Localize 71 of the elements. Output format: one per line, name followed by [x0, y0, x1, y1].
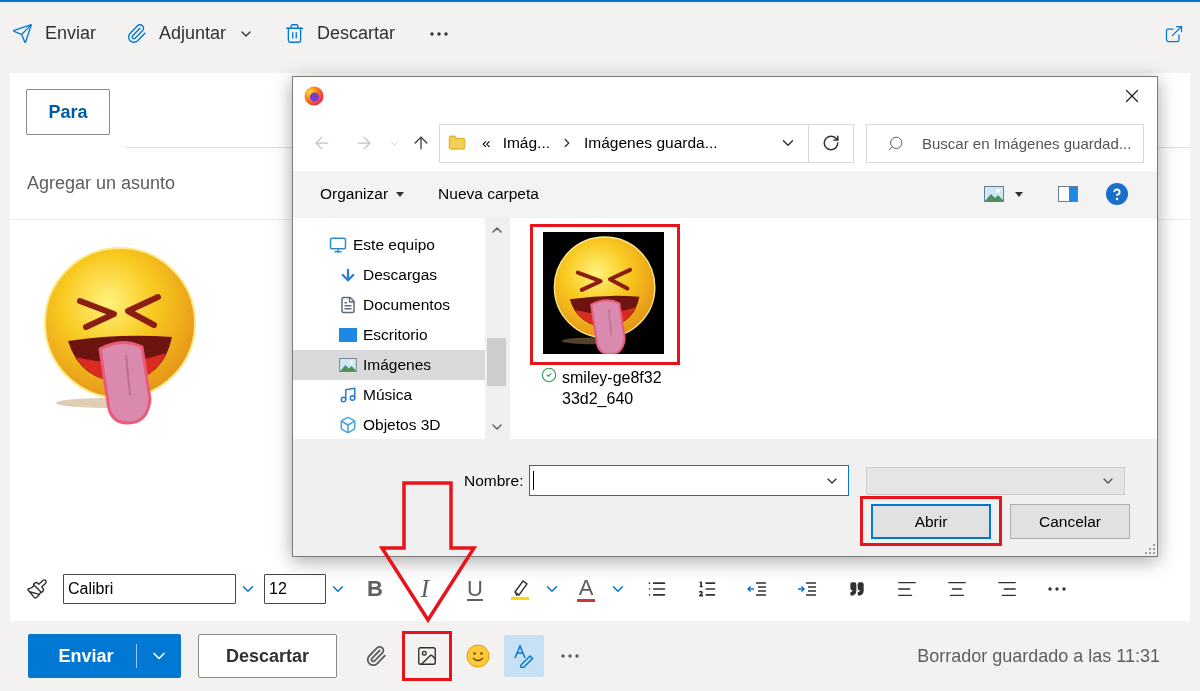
underline-button[interactable]: U — [450, 571, 500, 607]
resize-grip-icon[interactable] — [1145, 544, 1155, 554]
bold-button[interactable]: B — [350, 571, 400, 607]
refresh-icon — [822, 134, 840, 152]
caret-down-icon — [396, 191, 405, 197]
font-name-field[interactable]: Calibri — [63, 574, 236, 604]
discard-button[interactable]: Descartar — [280, 13, 400, 54]
font-color-button[interactable]: A — [566, 571, 606, 607]
nav-tree-item[interactable]: Música — [293, 380, 485, 410]
search-icon — [887, 134, 904, 152]
increase-indent-icon — [797, 581, 817, 597]
path-overflow-button[interactable]: « — [480, 129, 493, 157]
discard-button[interactable]: Descartar — [198, 634, 337, 678]
attach-button[interactable]: Adjuntar — [122, 13, 259, 54]
desktop-icon — [339, 328, 357, 342]
caret-down-icon — [1015, 191, 1023, 197]
check-circle-icon — [541, 367, 557, 383]
picture-view-icon — [984, 186, 1004, 202]
picture-icon — [416, 645, 438, 667]
paperclip-icon — [126, 23, 148, 44]
italic-button[interactable]: I — [400, 571, 450, 607]
nav-tree-item[interactable]: Descargas — [293, 260, 485, 290]
breadcrumb-segment[interactable]: Imágenes guarda... — [582, 129, 720, 157]
editor-button[interactable] — [504, 635, 544, 677]
send-button[interactable]: Enviar — [8, 13, 101, 54]
nav-tree-item[interactable]: Documentos — [293, 290, 485, 320]
nav-tree-item[interactable]: Este equipo — [293, 230, 485, 260]
scrollbar-thumb[interactable] — [487, 338, 506, 386]
more-icon — [1048, 587, 1066, 591]
editor-pen-icon — [513, 644, 535, 668]
cube-icon — [339, 416, 357, 434]
trash-icon — [284, 23, 306, 44]
folder-icon — [448, 134, 466, 152]
address-bar[interactable]: « Imág... Imágenes guarda... — [439, 123, 854, 163]
more-icon — [561, 654, 579, 658]
open-button[interactable]: Abrir — [871, 504, 991, 539]
file-name: smiley-ge8f3233d2_640 — [562, 368, 663, 409]
numbered-list-icon — [697, 579, 717, 599]
send-icon — [12, 23, 33, 44]
file-name-field[interactable] — [529, 465, 849, 496]
paintbrush-icon — [26, 578, 48, 600]
smiley-icon — [466, 644, 490, 668]
computer-icon — [329, 236, 347, 254]
music-note-icon — [339, 386, 357, 404]
paperclip-icon — [365, 645, 387, 667]
to-button[interactable]: Para — [26, 89, 110, 135]
quote-icon — [849, 581, 865, 597]
breadcrumb-segment[interactable]: Imág... — [500, 129, 552, 157]
pop-out-icon — [1164, 23, 1184, 44]
download-arrow-icon — [339, 266, 357, 284]
send-button[interactable]: Enviar — [28, 634, 136, 678]
draft-saved-status: Borrador guardado a las 11:31 — [917, 645, 1160, 667]
document-icon — [339, 296, 357, 314]
decrease-indent-icon — [747, 581, 767, 597]
file-name-label: Nombre: — [464, 471, 525, 490]
more-icon — [430, 31, 449, 36]
preview-pane-icon — [1058, 186, 1078, 202]
bullet-list-icon — [647, 579, 667, 599]
app-logo-icon — [304, 86, 324, 106]
font-size-field[interactable]: 12 — [264, 574, 326, 604]
text-cursor-icon — [533, 471, 534, 490]
help-icon — [1106, 183, 1128, 205]
cancel-button[interactable]: Cancelar — [1010, 504, 1130, 539]
picture-icon — [339, 358, 357, 372]
highlighter-icon — [509, 578, 531, 600]
new-folder-button[interactable]: Nueva carpeta — [430, 177, 547, 211]
nav-tree-item[interactable]: Escritorio — [293, 320, 485, 350]
file-item[interactable]: smiley-ge8f3233d2_640 — [530, 224, 680, 409]
nav-tree-item[interactable]: Objetos 3D — [293, 410, 485, 439]
search-field[interactable]: Buscar en Imágenes guardad... — [866, 123, 1144, 163]
nav-tree-item[interactable]: Imágenes — [293, 350, 485, 380]
